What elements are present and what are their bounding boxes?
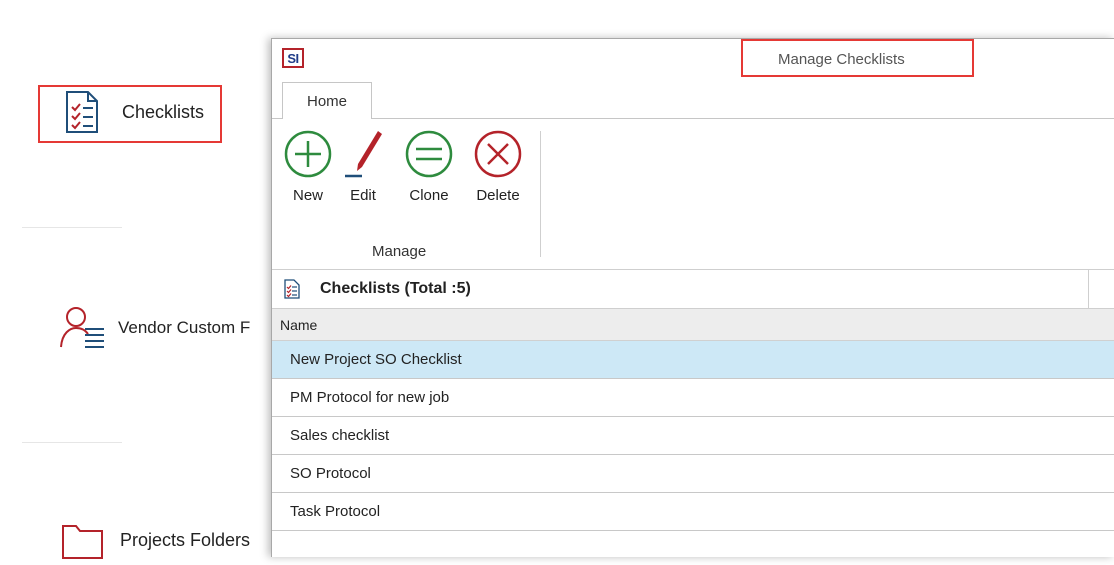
- sidebar-item-projects-folders[interactable]: Projects Folders: [60, 520, 250, 560]
- table-row[interactable]: Sales checklist: [272, 417, 1114, 455]
- folder-icon: [60, 520, 106, 560]
- row-name: Sales checklist: [290, 427, 390, 444]
- plus-circle-icon: [283, 129, 333, 179]
- title-highlight-box: [741, 39, 974, 77]
- delete-button-label: Delete: [476, 187, 520, 204]
- clone-button-label: Clone: [409, 187, 449, 204]
- row-name: PM Protocol for new job: [290, 389, 450, 406]
- list-title: Checklists (Total :5): [320, 280, 471, 297]
- table-row[interactable]: PM Protocol for new job: [272, 379, 1114, 417]
- edit-button-label: Edit: [350, 187, 376, 204]
- table-row[interactable]: New Project SO Checklist: [272, 341, 1114, 379]
- edit-button[interactable]: Edit: [333, 129, 393, 204]
- ribbon-separator: [540, 131, 541, 257]
- ribbon: New Edit Clone Delete Manage: [272, 118, 1114, 270]
- table-row[interactable]: Task Protocol: [272, 493, 1114, 531]
- clone-button[interactable]: Clone: [399, 129, 459, 204]
- divider: [22, 227, 122, 228]
- delete-button[interactable]: Delete: [468, 129, 528, 204]
- ribbon-group-label: Manage: [372, 243, 427, 260]
- equals-circle-icon: [404, 129, 454, 179]
- list-header: Checklists (Total :5): [272, 269, 1114, 310]
- new-button[interactable]: New: [278, 129, 338, 204]
- row-name: Task Protocol: [290, 503, 381, 520]
- pen-icon: [338, 129, 388, 179]
- tab-home[interactable]: Home: [282, 82, 372, 119]
- x-circle-icon: [473, 129, 523, 179]
- sidebar-item-label: Vendor Custom F: [118, 318, 251, 337]
- title-bar: SI Manage Checklists: [272, 39, 1114, 83]
- app-logo: SI: [282, 48, 304, 68]
- row-name: SO Protocol: [290, 465, 371, 482]
- column-header-label: Name: [280, 316, 318, 333]
- checklist-icon: [284, 279, 300, 299]
- divider: [22, 442, 122, 443]
- sidebar-item-label: Projects Folders: [120, 529, 251, 550]
- sidebar-item-vendor-custom-fields[interactable]: Vendor Custom F: [58, 305, 250, 351]
- checklists-highlight-box: [38, 85, 222, 143]
- column-header-name[interactable]: Name: [272, 309, 1114, 341]
- new-button-label: New: [292, 187, 323, 204]
- manage-checklists-window: SI Manage Checklists Home New Edit Clone…: [271, 38, 1114, 557]
- table-row[interactable]: SO Protocol: [272, 455, 1114, 493]
- vendor-list-icon: [58, 305, 108, 351]
- list-header-divider: [1088, 270, 1089, 310]
- row-name: New Project SO Checklist: [290, 351, 462, 368]
